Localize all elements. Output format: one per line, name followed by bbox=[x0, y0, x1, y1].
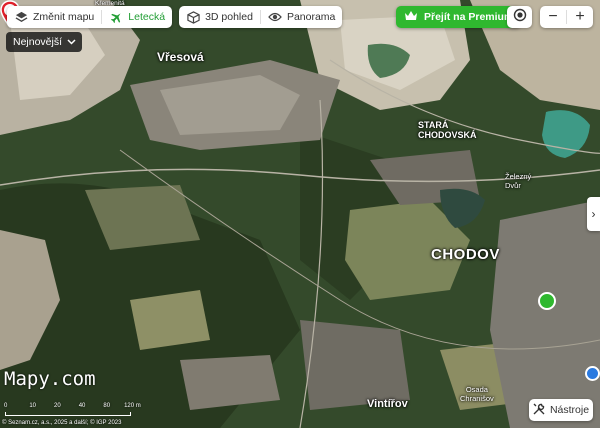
place-label-vintirov[interactable]: Vintířov bbox=[367, 398, 408, 410]
chevron-down-icon bbox=[67, 36, 76, 48]
tools-icon bbox=[533, 403, 545, 418]
sort-dropdown[interactable]: Nejnovější bbox=[6, 32, 83, 52]
view-mode-group: 3D pohled Panorama bbox=[179, 6, 343, 28]
crown-icon bbox=[404, 10, 418, 24]
tools-button[interactable]: Nástroje bbox=[529, 399, 593, 421]
zoom-in-button[interactable]: + bbox=[567, 6, 593, 28]
panorama-label: Panorama bbox=[286, 11, 336, 23]
bus-poi-icon[interactable] bbox=[585, 366, 600, 381]
scale-tick-label: 120 m bbox=[124, 403, 141, 409]
scale-bar bbox=[5, 412, 131, 416]
place-label-line: Železný bbox=[505, 172, 532, 181]
zoom-control: − + bbox=[540, 6, 593, 28]
place-label-line: Osada bbox=[465, 385, 488, 394]
sort-label: Nejnovější bbox=[13, 36, 63, 48]
place-label-line: Dvůr bbox=[505, 181, 521, 190]
map-imagery bbox=[0, 0, 600, 428]
eye-icon bbox=[268, 10, 282, 24]
place-label-osada-chranisov[interactable]: Osada Chranišov bbox=[460, 385, 494, 403]
3d-view-label: 3D pohled bbox=[205, 11, 253, 23]
scale-tick-label: 0 bbox=[4, 403, 8, 409]
layers-icon bbox=[14, 10, 28, 24]
scale-labels: 0 10 20 40 80 120 m bbox=[4, 403, 141, 409]
scale-tick-label: 20 bbox=[54, 403, 61, 409]
cube-icon bbox=[186, 10, 200, 24]
zoom-out-button[interactable]: − bbox=[540, 6, 566, 28]
place-label-line: STARÁ bbox=[418, 120, 449, 130]
aerial-map[interactable]: Křemenitá Vřesová STARÁ CHODOVSKÁ Železn… bbox=[0, 0, 600, 428]
place-label-vresova[interactable]: Vřesová bbox=[157, 50, 204, 64]
aerial-label: Letecká bbox=[128, 11, 166, 23]
scale-tick-label: 10 bbox=[29, 403, 37, 409]
map-toolbar: Změnit mapu Letecká 3D pohled Panorama bbox=[7, 6, 343, 28]
panorama-button[interactable]: Panorama bbox=[261, 6, 342, 28]
chevron-right-icon: › bbox=[591, 207, 596, 221]
aerial-map-button[interactable]: Letecká bbox=[102, 6, 172, 28]
scale-tick-label: 80 bbox=[103, 403, 111, 409]
change-map-label: Změnit mapu bbox=[33, 11, 95, 23]
location-target-icon bbox=[513, 8, 527, 27]
premium-button[interactable]: Přejít na Premium bbox=[396, 6, 522, 28]
my-location-button[interactable] bbox=[507, 6, 532, 28]
3d-view-button[interactable]: 3D pohled bbox=[179, 6, 260, 28]
tools-label: Nástroje bbox=[549, 404, 590, 416]
map-type-group: Změnit mapu Letecká bbox=[7, 6, 173, 28]
copyright-notice[interactable]: © Seznam.cz, a.s., 2025 a další; © IGP 2… bbox=[2, 420, 121, 426]
mapy-logo[interactable]: Mapy.com bbox=[4, 368, 96, 390]
side-panel-toggle[interactable]: › bbox=[587, 197, 600, 231]
airplane-icon bbox=[109, 10, 123, 24]
place-label-line: CHODOVSKÁ bbox=[418, 130, 477, 140]
place-label-zelezny-dvur[interactable]: Železný Dvůr bbox=[505, 172, 531, 190]
premium-label: Přejít na Premium bbox=[424, 11, 514, 23]
scale-tick-label: 40 bbox=[78, 403, 86, 409]
place-label-stara-chodovska[interactable]: STARÁ CHODOVSKÁ bbox=[418, 120, 477, 140]
hospital-poi-icon[interactable] bbox=[538, 292, 556, 310]
place-label-line: Chranišov bbox=[460, 394, 494, 403]
place-label-chodov[interactable]: CHODOV bbox=[431, 246, 500, 263]
change-map-button[interactable]: Změnit mapu bbox=[7, 6, 101, 28]
